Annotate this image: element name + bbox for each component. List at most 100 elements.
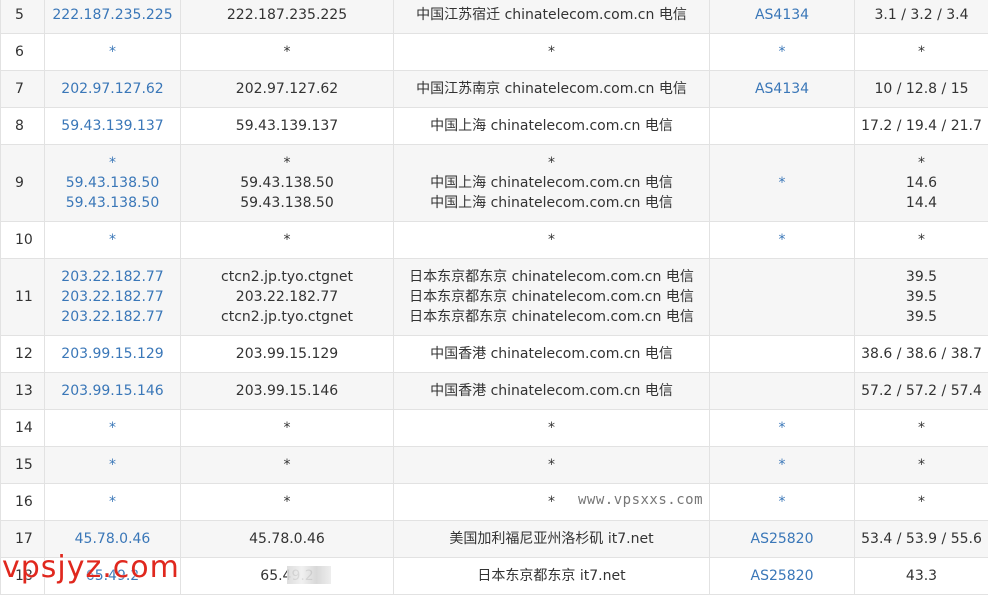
ip-link[interactable]: * xyxy=(45,153,180,173)
table-row: 9*59.43.138.5059.43.138.50*59.43.138.505… xyxy=(1,145,988,222)
hostname-text: 222.187.235.225 xyxy=(181,5,393,25)
ip-link[interactable]: * xyxy=(45,230,180,250)
hostname-text: * xyxy=(181,42,393,62)
latency-cell: 53.4 / 53.9 / 55.6 xyxy=(855,521,988,558)
ip-cell: 222.187.235.225 xyxy=(45,0,181,34)
location-text: 中国江苏南京 chinatelecom.com.cn 电信 xyxy=(394,79,709,99)
ip-link[interactable]: 59.43.138.50 xyxy=(45,193,180,213)
hostname-cell: * xyxy=(181,484,394,521)
latency-text: * xyxy=(855,455,988,475)
location-text: 美国加利福尼亚州洛杉矶 it7.net xyxy=(394,529,709,549)
asn-cell: AS25820 xyxy=(710,521,855,558)
hop-number: 16 xyxy=(1,484,45,521)
redacted-ip-blur xyxy=(287,566,331,584)
location-text: 中国上海 chinatelecom.com.cn 电信 xyxy=(394,116,709,136)
watermark-site: www.vpsxxs.com xyxy=(578,492,703,508)
latency-text: 39.5 xyxy=(855,307,988,327)
location-cell: * xyxy=(394,447,710,484)
latency-cell: 43.3 xyxy=(855,558,988,595)
latency-text: 39.5 xyxy=(855,267,988,287)
latency-cell: 38.6 / 38.6 / 38.7 xyxy=(855,336,988,373)
latency-cell: * xyxy=(855,410,988,447)
asn-link[interactable]: * xyxy=(710,418,854,438)
location-text: * xyxy=(394,42,709,62)
asn-link[interactable]: * xyxy=(710,455,854,475)
asn-link[interactable]: * xyxy=(710,230,854,250)
asn-link[interactable]: * xyxy=(710,42,854,62)
latency-text: 17.2 / 19.4 / 21.7 xyxy=(855,116,988,136)
ip-link[interactable]: * xyxy=(45,42,180,62)
ip-link[interactable]: 203.99.15.129 xyxy=(45,344,180,364)
ip-link[interactable]: 203.22.182.77 xyxy=(45,307,180,327)
location-text: 中国江苏宿迁 chinatelecom.com.cn 电信 xyxy=(394,5,709,25)
hostname-cell: 59.43.139.137 xyxy=(181,108,394,145)
hop-number: 10 xyxy=(1,222,45,259)
latency-text: 43.3 xyxy=(855,566,988,586)
hostname-cell: * xyxy=(181,222,394,259)
location-text: * xyxy=(394,455,709,475)
location-text: 中国香港 chinatelecom.com.cn 电信 xyxy=(394,344,709,364)
table-row: 859.43.139.13759.43.139.137中国上海 chinatel… xyxy=(1,108,988,145)
hostname-cell: ctcn2.jp.tyo.ctgnet203.22.182.77ctcn2.jp… xyxy=(181,259,394,336)
traceroute-rows: 5222.187.235.225222.187.235.225中国江苏宿迁 ch… xyxy=(1,0,988,595)
asn-link[interactable]: * xyxy=(710,173,854,193)
table-row: 16***** xyxy=(1,484,988,521)
latency-cell: * xyxy=(855,34,988,71)
ip-link[interactable]: 59.43.139.137 xyxy=(45,116,180,136)
hostname-text: 203.99.15.146 xyxy=(181,381,393,401)
latency-text: * xyxy=(855,492,988,512)
location-cell: 美国加利福尼亚州洛杉矶 it7.net xyxy=(394,521,710,558)
latency-cell: * xyxy=(855,484,988,521)
location-cell: 中国香港 chinatelecom.com.cn 电信 xyxy=(394,336,710,373)
ip-cell: *59.43.138.5059.43.138.50 xyxy=(45,145,181,222)
hostname-text: 203.22.182.77 xyxy=(181,287,393,307)
table-row: 11203.22.182.77203.22.182.77203.22.182.7… xyxy=(1,259,988,336)
asn-cell: AS4134 xyxy=(710,71,855,108)
location-text: * xyxy=(394,153,709,173)
asn-cell: * xyxy=(710,484,855,521)
traceroute-table: 5222.187.235.225222.187.235.225中国江苏宿迁 ch… xyxy=(0,0,988,595)
ip-cell: 202.97.127.62 xyxy=(45,71,181,108)
latency-cell: 3.1 / 3.2 / 3.4 xyxy=(855,0,988,34)
asn-link[interactable]: AS4134 xyxy=(710,79,854,99)
ip-cell: * xyxy=(45,410,181,447)
hostname-text: * xyxy=(181,455,393,475)
ip-link[interactable]: * xyxy=(45,455,180,475)
ip-link[interactable]: 45.78.0.46 xyxy=(45,529,180,549)
ip-link[interactable]: * xyxy=(45,492,180,512)
ip-cell: * xyxy=(45,484,181,521)
latency-text: 10 / 12.8 / 15 xyxy=(855,79,988,99)
asn-link[interactable]: AS25820 xyxy=(710,529,854,549)
hop-number: 12 xyxy=(1,336,45,373)
location-cell: 日本东京都东京 chinatelecom.com.cn 电信日本东京都东京 ch… xyxy=(394,259,710,336)
ip-link[interactable]: 59.43.138.50 xyxy=(45,173,180,193)
ip-link[interactable]: * xyxy=(45,418,180,438)
location-cell: 中国上海 chinatelecom.com.cn 电信 xyxy=(394,108,710,145)
location-cell: *中国上海 chinatelecom.com.cn 电信中国上海 chinate… xyxy=(394,145,710,222)
ip-link[interactable]: 202.97.127.62 xyxy=(45,79,180,99)
hop-number: 13 xyxy=(1,373,45,410)
asn-link[interactable]: AS4134 xyxy=(710,5,854,25)
hop-number: 15 xyxy=(1,447,45,484)
ip-cell: 203.22.182.77203.22.182.77203.22.182.77 xyxy=(45,259,181,336)
hostname-text: 59.43.138.50 xyxy=(181,173,393,193)
asn-link[interactable]: AS25820 xyxy=(710,566,854,586)
hop-number: 8 xyxy=(1,108,45,145)
ip-link[interactable]: 203.99.15.146 xyxy=(45,381,180,401)
ip-cell: * xyxy=(45,447,181,484)
asn-cell: * xyxy=(710,447,855,484)
latency-text: 57.2 / 57.2 / 57.4 xyxy=(855,381,988,401)
hostname-text: ctcn2.jp.tyo.ctgnet xyxy=(181,307,393,327)
hop-number: 6 xyxy=(1,34,45,71)
latency-cell: 57.2 / 57.2 / 57.4 xyxy=(855,373,988,410)
ip-link[interactable]: 203.22.182.77 xyxy=(45,267,180,287)
asn-link[interactable]: * xyxy=(710,492,854,512)
ip-link[interactable]: 203.22.182.77 xyxy=(45,287,180,307)
latency-text: * xyxy=(855,42,988,62)
latency-text: 53.4 / 53.9 / 55.6 xyxy=(855,529,988,549)
hop-number: 5 xyxy=(1,0,45,34)
latency-cell: 17.2 / 19.4 / 21.7 xyxy=(855,108,988,145)
ip-link[interactable]: 222.187.235.225 xyxy=(45,5,180,25)
latency-cell: * xyxy=(855,447,988,484)
location-text: 中国上海 chinatelecom.com.cn 电信 xyxy=(394,173,709,193)
